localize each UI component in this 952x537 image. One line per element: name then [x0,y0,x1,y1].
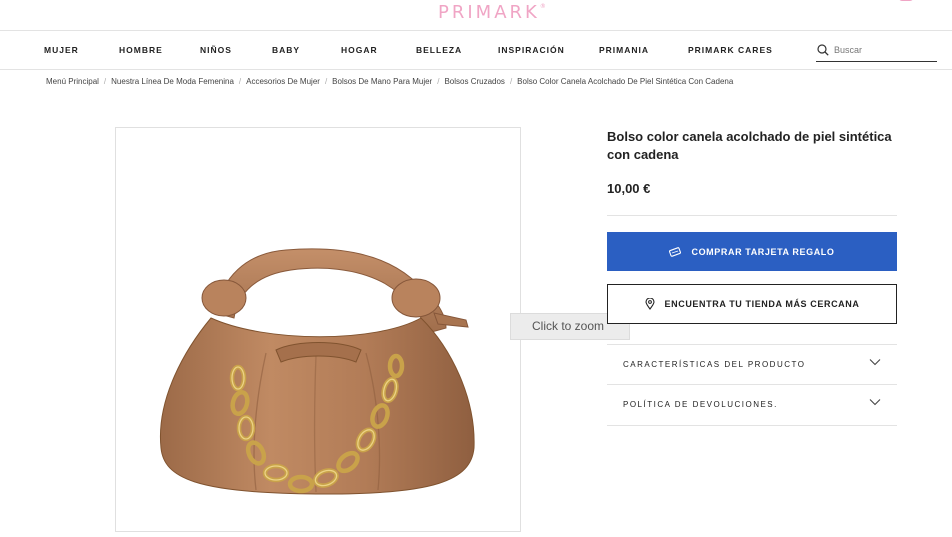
search-input[interactable] [834,41,934,59]
breadcrumb-item-current: Bolso Color Canela Acolchado De Piel Sin… [517,77,734,86]
breadcrumb-item-accesorios[interactable]: Accesorios De Mujer [246,77,320,86]
breadcrumb-item-bolsos-de-mano[interactable]: Bolsos De Mano Para Mujer [332,77,432,86]
gift-card-icon [669,246,682,257]
chevron-down-icon [869,399,881,406]
logo-text: PRIMARK [438,2,540,23]
main-nav: MUJER HOMBRE NIÑOS BABY HOGAR BELLEZA IN… [0,30,952,70]
accordion-product-features[interactable]: CARACTERÍSTICAS DEL PRODUCTO [607,344,897,385]
nav-item-ninos[interactable]: NIÑOS [200,45,232,55]
chevron-down-icon [869,359,881,366]
accordion-returns-policy[interactable]: POLÍTICA DE DEVOLUCIONES. [607,385,897,426]
breadcrumb-item-menu-principal[interactable]: Menú Principal [46,77,99,86]
breadcrumb-separator: / [324,77,328,86]
nav-item-inspiracion[interactable]: INSPIRACIÓN [498,45,565,55]
buy-gift-card-label: COMPRAR TARJETA REGALO [691,246,835,257]
breadcrumb-item-moda-femenina[interactable]: Nuestra Línea De Moda Femenina [111,77,234,86]
shopping-bag-icon[interactable] [899,0,913,1]
logo-bar: PRIMARK® [0,0,952,30]
nav-item-mujer[interactable]: MUJER [44,45,79,55]
nav-item-primark-cares[interactable]: PRIMARK CARES [688,45,773,55]
breadcrumb-item-bolsos-cruzados[interactable]: Bolsos Cruzados [444,77,504,86]
breadcrumb-separator: / [103,77,107,86]
nav-item-belleza[interactable]: BELLEZA [416,45,462,55]
nav-item-hogar[interactable]: HOGAR [341,45,378,55]
product-image[interactable] [115,127,521,532]
primark-logo[interactable]: PRIMARK® [438,2,546,23]
find-store-button[interactable]: ENCUENTRA TU TIENDA MÁS CERCANA [607,284,897,324]
breadcrumb-separator: / [238,77,242,86]
breadcrumb-separator: / [437,77,440,86]
handbag-illustration [159,248,475,495]
search-icon[interactable] [817,44,829,56]
buy-gift-card-button[interactable]: COMPRAR TARJETA REGALO [607,232,897,271]
breadcrumb-separator: / [509,77,513,86]
product-price: 10,00 € [607,181,651,196]
registered-mark: ® [539,3,546,10]
divider [607,215,897,216]
nav-item-hombre[interactable]: HOMBRE [119,45,163,55]
product-title: Bolso color canela acolchado de piel sin… [607,129,892,162]
find-store-label: ENCUENTRA TU TIENDA MÁS CERCANA [664,299,860,309]
nav-item-primania[interactable]: PRIMANIA [599,45,649,55]
search-box [816,40,937,62]
nav-item-baby[interactable]: BABY [272,45,300,55]
accordion-product-features-label: CARACTERÍSTICAS DEL PRODUCTO [623,360,806,369]
breadcrumb: Menú Principal / Nuestra Línea De Moda Fem… [46,77,926,86]
accordion-returns-policy-label: POLÍTICA DE DEVOLUCIONES. [623,400,778,409]
location-pin-icon [644,298,655,310]
